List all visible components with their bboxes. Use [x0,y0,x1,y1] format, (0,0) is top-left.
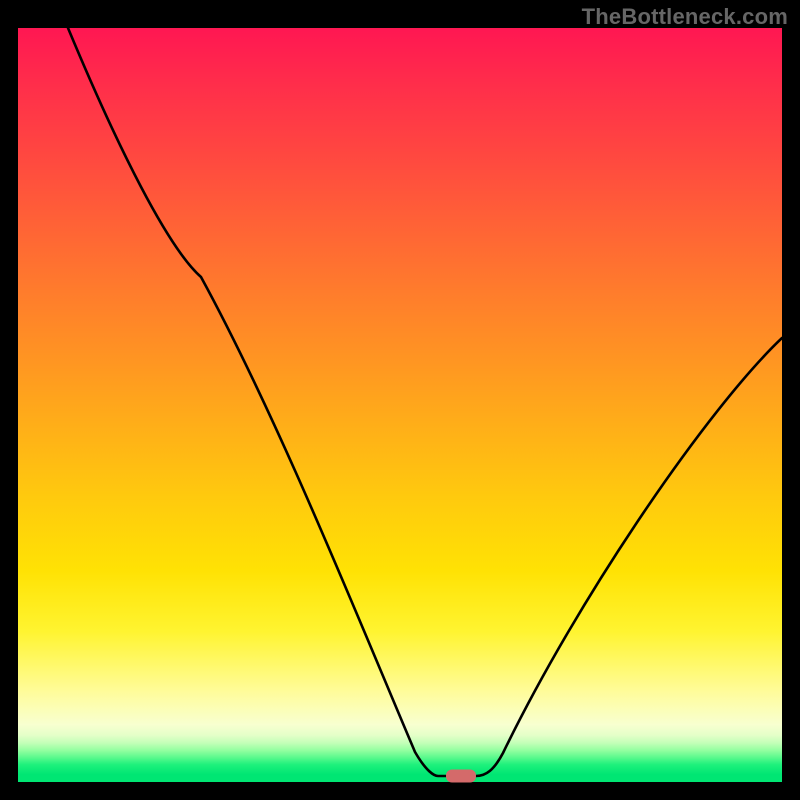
optimal-marker [446,770,476,783]
bottleneck-curve [18,28,782,782]
chart-frame [18,28,782,782]
watermark-text: TheBottleneck.com [582,4,788,30]
curve-path [68,28,782,776]
